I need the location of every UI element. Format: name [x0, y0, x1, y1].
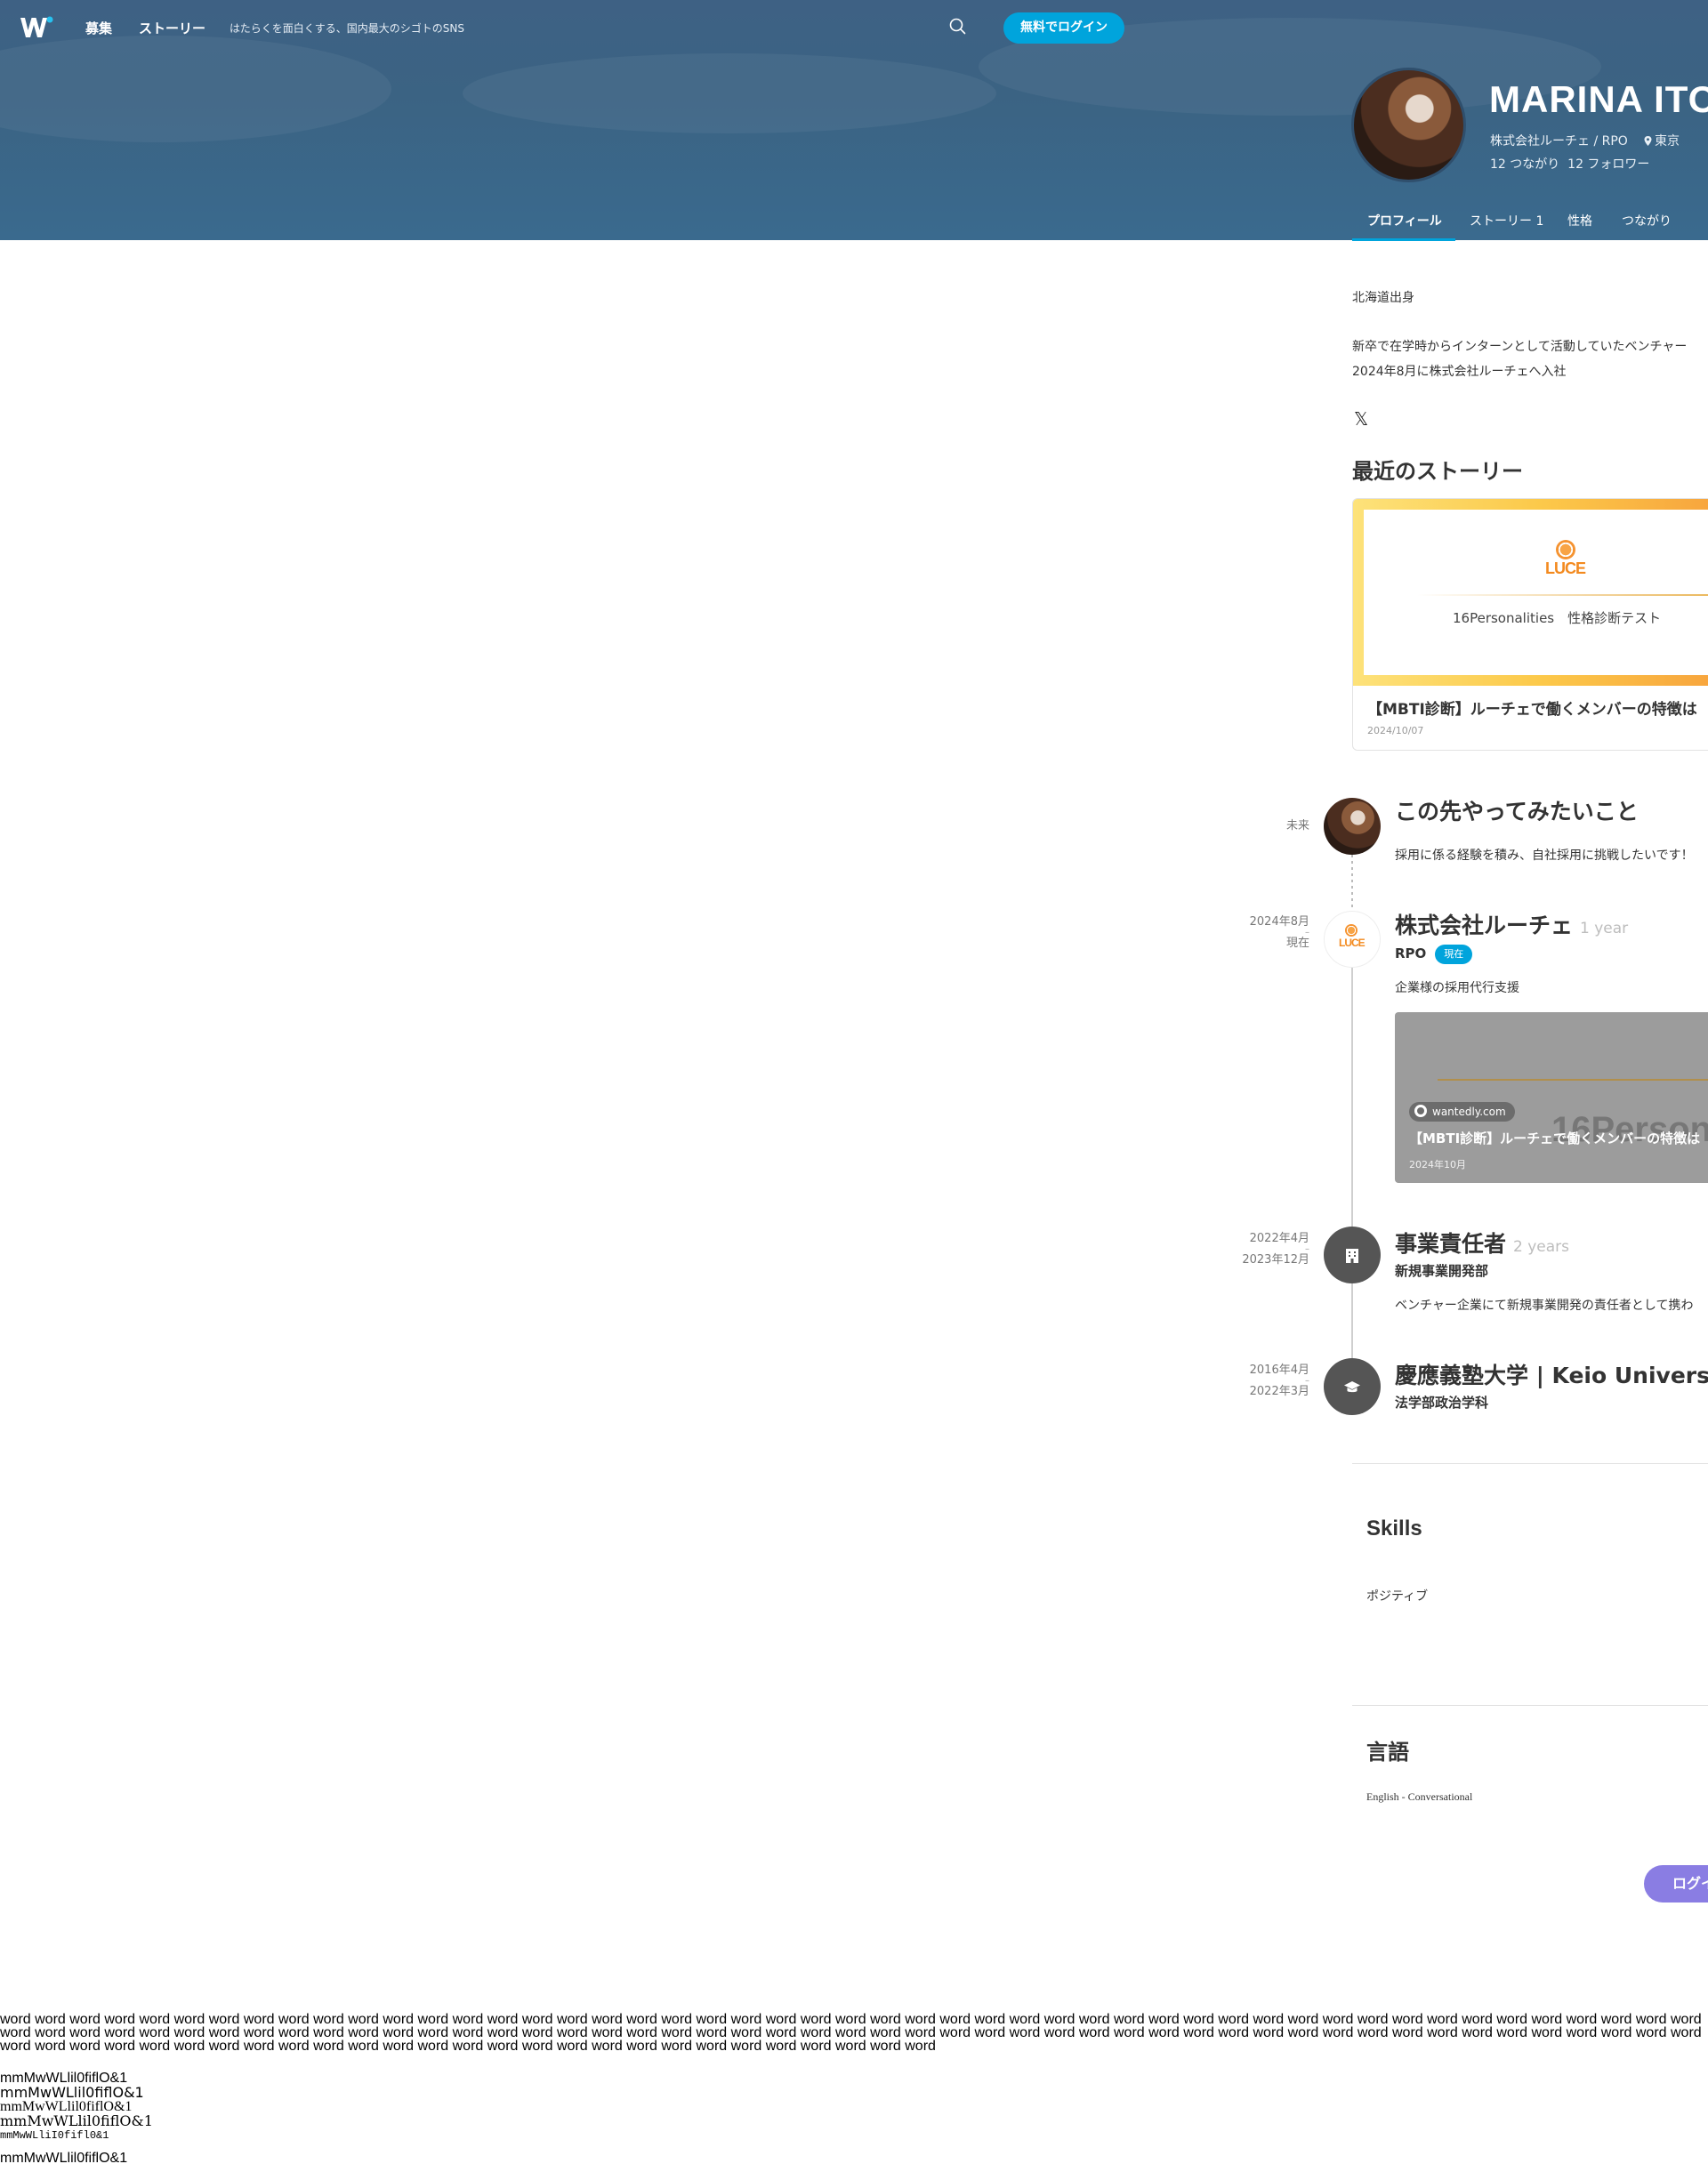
timeline-title: 事業責任者 2 years: [1395, 1227, 1569, 1259]
timeline-role: 法学部政治学科: [1395, 1395, 1489, 1411]
story-title[interactable]: 【MBTI診断】ルーチェで働くメンバーの特徴は: [1367, 696, 1697, 719]
timeline-title: この先やってみたいこと: [1395, 799, 1639, 825]
avatar: [1324, 798, 1381, 855]
building-icon: [1324, 1227, 1381, 1283]
connections-count[interactable]: 12 つながり: [1490, 157, 1559, 172]
link-card-date: 2024年10月: [1409, 1159, 1466, 1170]
timeline-date-separator: –: [1305, 1244, 1309, 1254]
link-card-divider: [1438, 1079, 1708, 1081]
top-navigation: 募集 ストーリー はたらくを面白くする、国内最大のシゴトのSNS 無料でログイン: [0, 0, 1708, 55]
timeline-description: ベンチャー企業にて新規事業開発の責任者として携わ: [1395, 1299, 1694, 1313]
profile-company[interactable]: 株式会社ルーチェ / RPO: [1490, 132, 1628, 149]
current-badge: 現在: [1435, 945, 1473, 964]
timeline-duration: 1 year: [1580, 920, 1629, 937]
timeline-date-start: 2022年4月: [1249, 1232, 1309, 1245]
timeline-date-end: 2023年12月: [1242, 1253, 1309, 1267]
graduation-cap-icon: [1324, 1358, 1381, 1415]
location-label: 東京: [1655, 134, 1680, 149]
skill-item[interactable]: ポジティブ: [1366, 1587, 1428, 1605]
font-probe-line: mmMwWLlil0fiflO&1: [0, 2084, 144, 2101]
search-icon[interactable]: [948, 17, 968, 36]
story-thumbnail: LUCE 16Personalities 性格診断テスト: [1353, 499, 1708, 686]
bio-line: 2024年8月に株式会社ルーチェへ入社: [1352, 365, 1567, 379]
globe-icon: [1414, 1105, 1427, 1117]
timeline-date-start: 2016年4月: [1249, 1364, 1309, 1377]
nav-stories-link[interactable]: ストーリー: [139, 19, 205, 37]
section-divider: [1352, 1463, 1708, 1464]
timeline-role: 新規事業開発部: [1395, 1263, 1489, 1279]
tab-stories[interactable]: ストーリー 1: [1470, 212, 1543, 229]
company-logo[interactable]: LUCE: [1324, 911, 1381, 968]
bio-line: 北海道出身: [1352, 291, 1414, 305]
timeline-title[interactable]: 株式会社ルーチェ 1 year: [1395, 908, 1628, 940]
link-card-title[interactable]: 【MBTI診断】ルーチェで働くメンバーの特徴は: [1409, 1129, 1700, 1147]
timeline-title-text[interactable]: 株式会社ルーチェ: [1395, 913, 1573, 938]
active-tab-indicator: [1352, 238, 1455, 241]
language-item: English - Conversational: [1366, 1790, 1473, 1803]
story-thumbnail-inner: LUCE 16Personalities 性格診断テスト: [1364, 510, 1708, 675]
timeline-title[interactable]: 慶應義塾大学 | Keio University: [1395, 1358, 1708, 1390]
domain-badge: wantedly.com: [1409, 1102, 1515, 1122]
section-divider: [1352, 1705, 1708, 1706]
followers-count[interactable]: 12 フォロワー: [1567, 157, 1649, 172]
profile-header: 募集 ストーリー はたらくを面白くする、国内最大のシゴトのSNS 無料でログイン…: [0, 0, 1708, 240]
tab-personality[interactable]: 性格: [1567, 212, 1592, 229]
font-probe-line: mmMwWLlil0fiflO&1: [0, 2112, 153, 2129]
timeline-dotted-line: [1351, 855, 1353, 908]
domain-label: wantedly.com: [1432, 1106, 1506, 1118]
font-probe-line: mmMwWLlil0fiflO&1: [0, 2151, 128, 2166]
timeline-date: 2024年8月 – 現在: [1212, 915, 1309, 951]
story-link-card[interactable]: 16Personalities wantedly.com 【MBTI診断】ルーチ…: [1395, 1012, 1708, 1183]
profile-counts: 12 つながり 12 フォロワー: [1490, 155, 1649, 173]
tab-profile[interactable]: プロフィール: [1367, 212, 1442, 229]
profile-name: MARINA ITO: [1489, 78, 1708, 120]
timeline-date-separator: –: [1305, 928, 1309, 937]
luce-logo-icon: LUCE: [1339, 924, 1366, 949]
avatar: [1351, 68, 1466, 182]
skills-heading: Skills: [1366, 1516, 1422, 1541]
x-twitter-icon[interactable]: 𝕏: [1354, 408, 1368, 430]
story-thumbnail-subtitle: 16Personalities 性格診断テスト: [1453, 610, 1662, 626]
login-button[interactable]: 無料でログイン: [1003, 12, 1124, 44]
timeline-date: 未来: [1212, 819, 1309, 833]
timeline-description: 企業様の採用代行支援: [1395, 981, 1519, 995]
timeline-date: 2016年4月 – 2022年3月: [1212, 1364, 1309, 1399]
timeline-date-start: 未来: [1285, 819, 1309, 833]
timeline-title-text: 事業責任者: [1395, 1231, 1507, 1257]
luce-sun-icon: [1555, 540, 1575, 559]
timeline-role-text: RPO: [1395, 945, 1427, 961]
timeline-date-end: 現在: [1285, 937, 1309, 950]
languages-heading: 言語: [1366, 1740, 1409, 1765]
timeline-date: 2022年4月 – 2023年12月: [1212, 1232, 1309, 1267]
bio-line: 新卒で在学時からインターンとして活動していたベンチャー: [1352, 340, 1688, 354]
nav-tagline: はたらくを面白くする、国内最大のシゴトのSNS: [230, 22, 464, 35]
luce-logo-text: LUCE: [1339, 937, 1366, 949]
recent-stories-heading: 最近のストーリー: [1352, 459, 1523, 484]
luce-sun-icon: [1345, 924, 1358, 937]
timeline-line: [1351, 968, 1353, 1386]
company-placeholder: [1324, 1227, 1381, 1283]
floating-login-button[interactable]: ログイ: [1644, 1865, 1708, 1903]
header-background-cloud: [463, 53, 996, 133]
story-divider: [1417, 594, 1708, 596]
font-probe-words: word word word word word word word word …: [0, 2013, 1702, 2054]
luce-logo-text: LUCE: [1545, 559, 1586, 577]
location-pin-icon: [1644, 136, 1652, 146]
story-date: 2024/10/07: [1367, 725, 1424, 736]
timeline-date-start: 2024年8月: [1249, 915, 1309, 929]
profile-location: 東京: [1644, 132, 1680, 149]
luce-logo-icon: LUCE: [1545, 540, 1586, 578]
wantedly-logo-icon[interactable]: [20, 14, 53, 41]
timeline-duration: 2 years: [1513, 1238, 1570, 1256]
timeline-date-separator: –: [1305, 1376, 1309, 1386]
tab-connections[interactable]: つながり: [1622, 212, 1672, 229]
story-card[interactable]: LUCE 16Personalities 性格診断テスト 【MBTI診断】ルーチ…: [1352, 498, 1708, 751]
timeline-description: 採用に係る経験を積み、自社採用に挑戦したいです！: [1395, 849, 1694, 863]
school-placeholder: [1324, 1358, 1381, 1415]
nav-recruit-link[interactable]: 募集: [85, 19, 112, 37]
timeline-role: RPO 現在: [1395, 945, 1473, 964]
font-probe-line: mmMwWLliI0fifl0&1: [0, 2129, 109, 2142]
timeline-date-end: 2022年3月: [1249, 1385, 1309, 1398]
